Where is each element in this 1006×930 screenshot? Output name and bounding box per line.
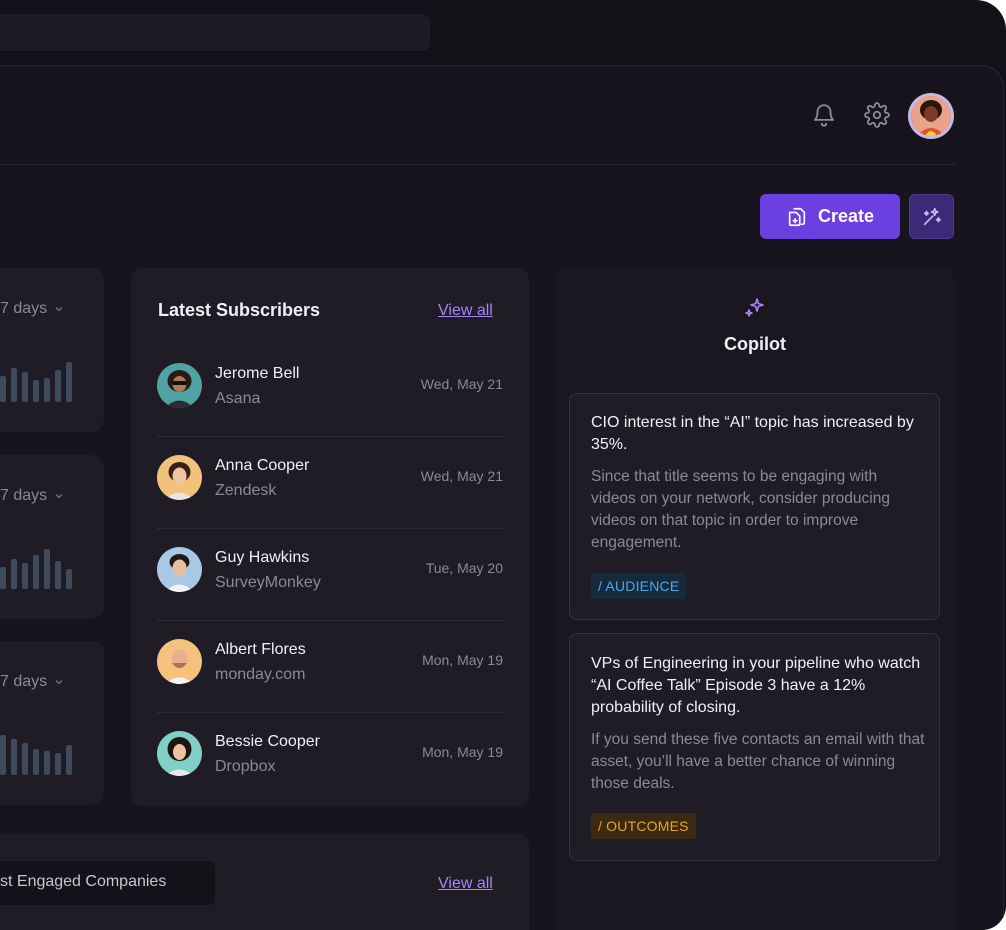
subscriber-company: Dropbox xyxy=(215,758,276,775)
subscriber-row[interactable]: Jerome Bell Asana Wed, May 21 xyxy=(157,345,503,437)
chevron-down-icon xyxy=(55,493,63,499)
insight-card[interactable]: VPs of Engineering in your pipeline who … xyxy=(569,633,940,861)
range-dropdown[interactable]: 7 days xyxy=(0,673,65,691)
sparkle-icon xyxy=(743,296,767,324)
bar xyxy=(55,370,61,402)
avatar xyxy=(157,547,202,592)
stats-card-1: 7 days xyxy=(0,268,104,432)
insight-title: VPs of Engineering in your pipeline who … xyxy=(591,655,921,716)
bar xyxy=(22,563,28,589)
subscriber-name: Albert Flores xyxy=(215,641,306,658)
outcomes-tag[interactable]: / OUTCOMES xyxy=(591,813,696,839)
subscriber-company: Zendesk xyxy=(215,482,277,499)
app-frame: Create 7 days 7 days 7 days Latest Subsc… xyxy=(0,0,1006,930)
avatar xyxy=(157,455,202,500)
subscriber-date: Mon, May 19 xyxy=(422,744,503,760)
avatar xyxy=(157,731,202,776)
insight-body: Since that title seems to be engaging wi… xyxy=(591,468,890,551)
subscriber-name: Guy Hawkins xyxy=(215,549,310,566)
copilot-panel: Copilot CIO interest in the “AI” topic h… xyxy=(556,266,954,930)
bar xyxy=(11,368,17,402)
main-window: Create 7 days 7 days 7 days Latest Subsc… xyxy=(0,65,1004,930)
bar xyxy=(44,549,50,589)
subscriber-name: Bessie Cooper xyxy=(215,733,320,750)
subscriber-date: Mon, May 19 xyxy=(422,652,503,668)
insight-body: If you send these five contacts an email… xyxy=(591,731,925,792)
range-label: 7 days xyxy=(0,673,48,690)
subscriber-row[interactable]: Anna Cooper Zendesk Wed, May 21 xyxy=(157,437,503,529)
subscriber-date: Tue, May 20 xyxy=(425,560,503,576)
subscriber-row[interactable]: Guy Hawkins SurveyMonkey Tue, May 20 xyxy=(157,529,503,621)
create-button-label: Create xyxy=(817,206,875,226)
search-bar[interactable] xyxy=(0,14,430,51)
subscriber-row[interactable]: Bessie Cooper Dropbox Mon, May 19 xyxy=(157,713,503,805)
bar xyxy=(11,739,17,775)
companies-title: st Engaged Companies xyxy=(0,873,167,890)
bar xyxy=(0,735,6,775)
range-dropdown[interactable]: 7 days xyxy=(0,300,65,318)
subscriber-date: Wed, May 21 xyxy=(420,468,503,484)
bar xyxy=(66,362,72,402)
document-icon xyxy=(788,207,806,226)
stats-card-3: 7 days xyxy=(0,641,104,805)
subscriber-company: Asana xyxy=(215,390,261,407)
range-label: 7 days xyxy=(0,300,48,317)
subscriber-row[interactable]: Albert Flores monday.com Mon, May 19 xyxy=(157,621,503,713)
subscriber-name: Anna Cooper xyxy=(215,457,310,474)
bar xyxy=(0,376,6,402)
chevron-down-icon xyxy=(55,306,63,312)
mini-bar-chart xyxy=(0,352,96,402)
bar xyxy=(66,745,72,775)
subscriber-name: Jerome Bell xyxy=(215,365,300,382)
mini-bar-chart xyxy=(0,725,96,775)
bar xyxy=(55,561,61,589)
bar xyxy=(33,555,39,589)
user-avatar[interactable] xyxy=(908,93,954,139)
bar xyxy=(44,378,50,402)
subscriber-date: Wed, May 21 xyxy=(420,376,503,392)
chevron-down-icon xyxy=(55,679,63,685)
subscriber-company: SurveyMonkey xyxy=(215,574,321,591)
bar xyxy=(44,751,50,775)
card-title: Latest Subscribers xyxy=(158,300,321,320)
bar xyxy=(55,753,61,775)
view-all-link[interactable]: View all xyxy=(438,302,493,320)
subscriber-company: monday.com xyxy=(215,666,306,683)
header-divider xyxy=(0,164,955,165)
insight-title: CIO interest in the “AI” topic has incre… xyxy=(591,414,914,453)
copilot-title: Copilot xyxy=(724,334,786,354)
ai-magic-button[interactable] xyxy=(909,194,954,239)
bar xyxy=(0,567,6,589)
bar xyxy=(22,743,28,775)
range-label: 7 days xyxy=(0,487,48,504)
range-dropdown[interactable]: 7 days xyxy=(0,487,65,505)
engaged-companies-card: st Engaged Companies View all xyxy=(0,834,529,930)
mini-bar-chart xyxy=(0,539,96,589)
latest-subscribers-card: Latest Subscribers View all Jerome Bell … xyxy=(131,268,529,806)
avatar xyxy=(157,639,202,684)
bar xyxy=(22,372,28,402)
audience-tag[interactable]: / AUDIENCE xyxy=(591,573,687,599)
bar xyxy=(33,380,39,402)
bar xyxy=(11,559,17,589)
view-all-link[interactable]: View all xyxy=(438,875,493,893)
sparkle-wand-icon xyxy=(923,207,941,225)
insight-card[interactable]: CIO interest in the “AI” topic has incre… xyxy=(569,393,940,620)
bell-icon[interactable] xyxy=(809,100,839,130)
create-button[interactable]: Create xyxy=(760,194,900,239)
gear-icon[interactable] xyxy=(862,100,892,130)
stats-card-2: 7 days xyxy=(0,455,104,619)
bar xyxy=(66,569,72,589)
avatar xyxy=(157,363,202,408)
bar xyxy=(33,749,39,775)
